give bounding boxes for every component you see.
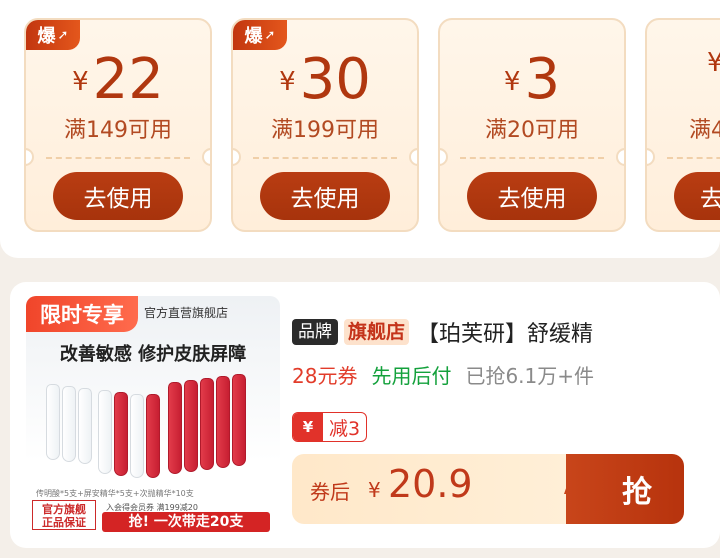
image-shop-name: 官方直营旗舰店	[144, 306, 229, 320]
coupon-divider	[460, 157, 604, 159]
hot-badge-label: 爆	[244, 26, 263, 47]
image-ingredient-note: 传明酸*5支+屏安精华*5支+次抛精华*10支	[36, 489, 194, 498]
sold-count: 已抢6.1万+件	[465, 364, 595, 388]
product-vials-illustration	[46, 374, 266, 494]
coupon-notch	[616, 148, 624, 166]
price-bar[interactable]: 券后 ¥ 20.9 抢	[292, 454, 684, 524]
arrow-up-icon: ➚	[57, 27, 69, 43]
product-info-row: 28元券 先用后付 已抢6.1万+件	[292, 360, 594, 389]
coupon-value: 3	[524, 47, 561, 112]
coupon-condition: 满20可用	[485, 118, 579, 143]
discount-badge: ¥ 减3	[292, 412, 368, 442]
use-coupon-button[interactable]: 去使用	[260, 172, 390, 220]
final-price: 20.9	[388, 462, 473, 506]
use-coupon-button[interactable]: 去使用	[467, 172, 597, 220]
currency-symbol: ¥	[279, 67, 296, 97]
coupon-card[interactable]: ¥ 满4 去	[645, 18, 720, 232]
currency-symbol: ¥	[503, 67, 521, 97]
coupon-notch	[647, 148, 655, 166]
product-card[interactable]: 限时专享 官方直营旗舰店 改善敏感 修护皮肤屏障 传明酸*5支+屏安精华*5支+…	[10, 282, 720, 548]
coupon-notch	[409, 148, 417, 166]
coupon-strip: 爆 ➚ ¥22 满149可用 去使用 爆 ➚ ¥30 满199可用 去使用 ¥3…	[0, 0, 720, 258]
yen-ticket-icon: ¥	[293, 413, 323, 441]
arrow-up-icon: ➚	[264, 27, 276, 43]
product-image[interactable]: 限时专享 官方直营旗舰店 改善敏感 修护皮肤屏障 传明酸*5支+屏安精华*5支+…	[26, 296, 280, 532]
coupon-notch	[26, 148, 34, 166]
coupon-card[interactable]: 爆 ➚ ¥30 满199可用 去使用	[231, 18, 419, 232]
after-coupon-label: 券后	[310, 480, 350, 504]
brand-box-line: 官方旗舰	[42, 503, 86, 516]
image-grab-banner: 抢! 一次带走20支	[102, 512, 270, 532]
coupon-amount-text: 28元券	[292, 364, 358, 388]
coupon-amount: ¥3	[440, 48, 624, 112]
flagship-tag: 旗舰店	[344, 319, 410, 345]
product-title-row[interactable]: 品牌 旗舰店 【珀芙研】舒缓精	[292, 316, 593, 348]
promo-tag: 限时专享	[26, 296, 138, 332]
currency-symbol: ¥	[707, 48, 720, 78]
hot-badge-label: 爆	[37, 26, 56, 47]
hot-badge: 爆 ➚	[233, 20, 287, 50]
authentic-brand-box: 官方旗舰 正品保证	[32, 500, 96, 530]
brand-tag: 品牌	[292, 319, 338, 345]
coupon-divider	[253, 157, 397, 159]
pay-later-label: 先用后付	[371, 364, 452, 388]
use-coupon-button[interactable]: 去	[674, 172, 720, 220]
coupon-card[interactable]: ¥3 满20可用 去使用	[438, 18, 626, 232]
currency-symbol: ¥	[368, 478, 381, 502]
hot-badge: 爆 ➚	[26, 20, 80, 50]
coupon-card[interactable]: 爆 ➚ ¥22 满149可用 去使用	[24, 18, 212, 232]
coupon-value: 30	[299, 47, 371, 112]
discount-text: 减3	[329, 417, 361, 440]
currency-symbol: ¥	[72, 67, 89, 97]
coupon-amount: ¥22	[26, 48, 210, 112]
coupon-condition: 满149可用	[64, 118, 172, 143]
coupon-amount: ¥	[707, 48, 720, 83]
grab-button[interactable]: 抢	[566, 454, 684, 524]
coupon-condition: 满199可用	[271, 118, 379, 143]
coupon-divider	[667, 157, 720, 159]
product-title[interactable]: 【珀芙研】舒缓精	[417, 316, 593, 348]
coupon-divider	[46, 157, 190, 159]
use-coupon-button[interactable]: 去使用	[53, 172, 183, 220]
brand-box-line: 正品保证	[42, 516, 86, 529]
coupon-notch	[440, 148, 448, 166]
coupon-value: 22	[92, 47, 164, 112]
coupon-amount: ¥30	[233, 48, 417, 112]
coupon-condition: 满4	[689, 118, 720, 143]
coupon-notch	[233, 148, 241, 166]
image-headline: 改善敏感 修护皮肤屏障	[59, 344, 247, 365]
coupon-notch	[202, 148, 210, 166]
